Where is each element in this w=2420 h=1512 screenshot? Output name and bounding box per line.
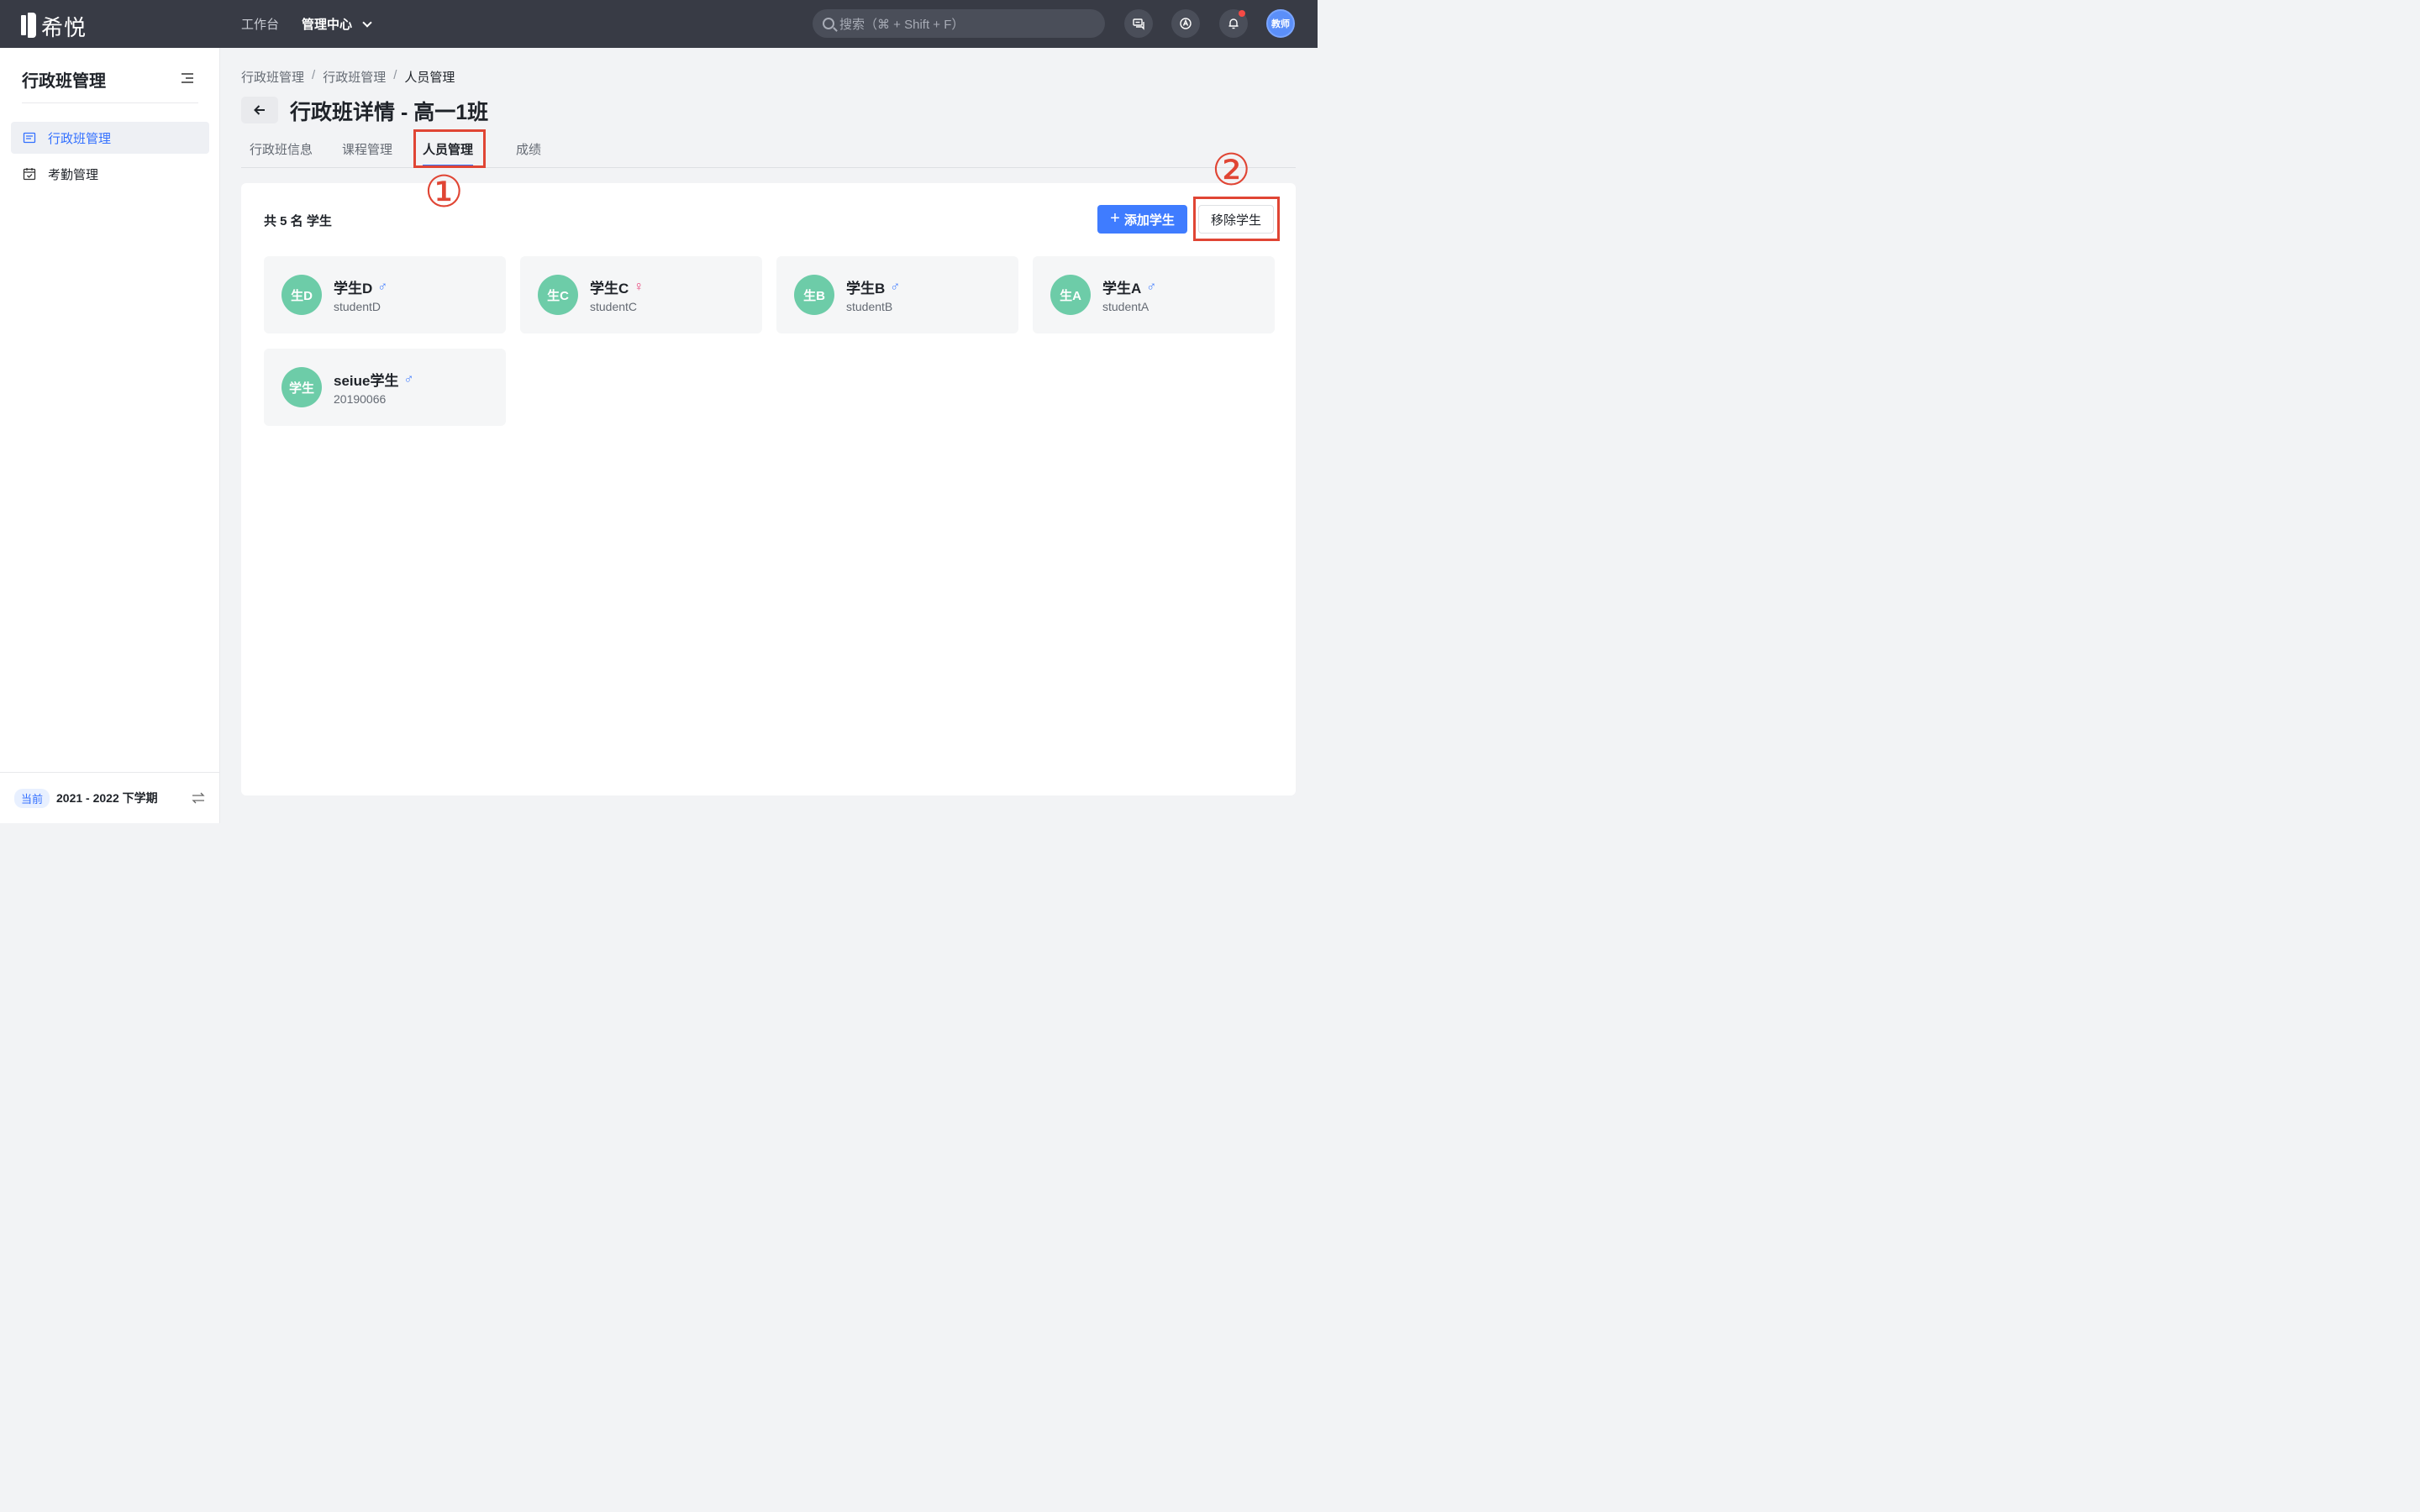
top-bar: 希悦 工作台 管理中心 搜索（⌘ + Shift + F） 教师: [0, 0, 1318, 48]
search-placeholder: 搜索（⌘ + Shift + F）: [839, 17, 965, 32]
arrow-left-icon: [254, 105, 265, 115]
annotation-number-1: ①: [424, 168, 464, 217]
add-student-button[interactable]: + 添加学生: [1097, 205, 1187, 234]
annotation-box-2: [1193, 197, 1280, 241]
notification-button[interactable]: [1219, 9, 1248, 38]
student-name-row: 学生D ♂: [334, 276, 387, 297]
message-button[interactable]: [1124, 9, 1153, 38]
notification-dot: [1239, 10, 1245, 17]
breadcrumb: 行政班管理 / 行政班管理 / 人员管理: [241, 68, 455, 86]
top-nav: 工作台 管理中心: [241, 0, 372, 48]
tab-bar: 行政班信息 课程管理 人员管理 成绩: [241, 130, 1296, 168]
annotation-box-1: [413, 129, 486, 168]
sidebar: 行政班管理 行政班管理 考勤管理 当前 2021 - 2022 下学期: [0, 48, 220, 823]
sidebar-item-label: 行政班管理: [48, 131, 112, 146]
avatar: 学生: [281, 367, 322, 407]
annotation-number-2: ②: [1212, 146, 1251, 195]
sidebar-title: 行政班管理: [22, 72, 106, 91]
topnav-workbench[interactable]: 工作台: [241, 15, 279, 33]
search-input[interactable]: 搜索（⌘ + Shift + F）: [813, 9, 1105, 38]
student-name-row: 学生C ♀: [590, 276, 644, 297]
avatar: 生D: [281, 275, 322, 315]
student-name: 学生B: [846, 281, 886, 297]
male-icon: ♂: [890, 279, 901, 294]
student-name: seiue学生: [334, 373, 399, 389]
student-name-row: seiue学生 ♂: [334, 369, 413, 390]
avatar: 生C: [538, 275, 578, 315]
message-icon: [1133, 18, 1144, 30]
student-count: 共 5 名 学生: [264, 214, 332, 228]
breadcrumb-item[interactable]: 行政班管理: [323, 68, 386, 86]
student-id: studentB: [846, 300, 893, 313]
breadcrumb-separator: /: [312, 68, 316, 82]
page-title: 行政班详情 - 高一1班: [290, 101, 489, 124]
sidebar-item-class-management[interactable]: 行政班管理: [11, 122, 209, 154]
student-name: 学生A: [1102, 281, 1142, 297]
student-name-row: 学生A ♂: [1102, 276, 1156, 297]
logo-text: 希悦: [41, 15, 87, 40]
bell-icon: [1228, 18, 1239, 29]
user-avatar[interactable]: 教师: [1266, 9, 1295, 38]
sidebar-item-label: 考勤管理: [48, 167, 99, 182]
collapse-sidebar-icon[interactable]: [182, 73, 193, 83]
student-id: studentC: [590, 300, 638, 313]
avatar: 生B: [794, 275, 834, 315]
breadcrumb-item[interactable]: 行政班管理: [241, 68, 304, 86]
student-name: 学生C: [590, 281, 629, 297]
swap-icon[interactable]: [192, 791, 205, 805]
compass-icon: [1180, 18, 1192, 29]
student-card[interactable]: 学生 seiue学生 ♂ 20190066: [264, 349, 506, 426]
male-icon: ♂: [403, 371, 414, 386]
female-icon: ♀: [634, 279, 644, 294]
app-logo[interactable]: 希悦: [21, 11, 87, 42]
student-card[interactable]: 生C 学生C ♀ studentC: [520, 256, 762, 333]
avatar: 生A: [1050, 275, 1091, 315]
tab-course-management[interactable]: 课程管理: [342, 140, 392, 158]
tab-grades[interactable]: 成绩: [516, 140, 541, 158]
term-switcher[interactable]: 当前 2021 - 2022 下学期: [0, 772, 220, 823]
male-icon: ♂: [377, 279, 388, 294]
student-id: studentD: [334, 300, 381, 313]
tab-class-info[interactable]: 行政班信息: [250, 140, 313, 158]
student-name-row: 学生B ♂: [846, 276, 900, 297]
student-name: 学生D: [334, 281, 373, 297]
back-button[interactable]: [241, 97, 278, 123]
current-term: 2021 - 2022 下学期: [56, 791, 158, 805]
student-card[interactable]: 生A 学生A ♂ studentA: [1033, 256, 1275, 333]
current-term-badge: 当前: [14, 788, 50, 808]
chevron-down-icon: [362, 17, 372, 28]
sidebar-item-attendance[interactable]: 考勤管理: [11, 158, 209, 190]
plus-icon: +: [1110, 209, 1120, 228]
breadcrumb-separator: /: [393, 68, 397, 82]
search-icon: [823, 18, 834, 29]
student-card[interactable]: 生B 学生B ♂ studentB: [776, 256, 1018, 333]
sidebar-header: 行政班管理: [22, 67, 198, 103]
add-student-label: 添加学生: [1123, 213, 1175, 228]
breadcrumb-current: 人员管理: [404, 71, 455, 85]
male-icon: ♂: [1146, 279, 1157, 294]
logo-mark-icon: [21, 13, 36, 38]
student-id: studentA: [1102, 300, 1150, 313]
student-card[interactable]: 生D 学生D ♂ studentD: [264, 256, 506, 333]
topnav-management-label: 管理中心: [302, 18, 353, 32]
student-id: 20190066: [334, 392, 387, 406]
topnav-management-center[interactable]: 管理中心: [302, 15, 372, 33]
members-panel: 共 5 名 学生 + 添加学生 移除学生 生D 学生D ♂ studentD 生C…: [241, 183, 1296, 795]
class-list-icon: [23, 132, 36, 144]
app-center-button[interactable]: [1171, 9, 1200, 38]
calendar-check-icon: [23, 168, 36, 181]
